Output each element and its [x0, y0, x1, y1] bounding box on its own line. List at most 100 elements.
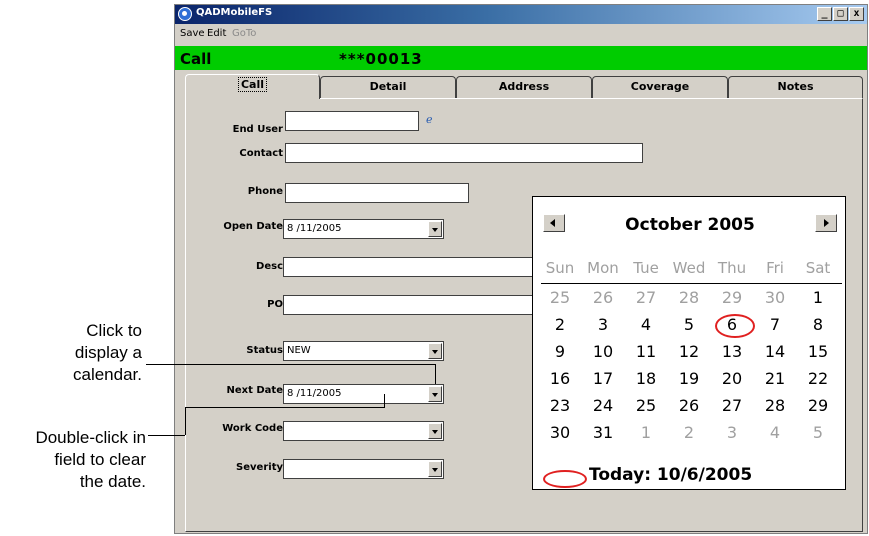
end-user-label: End User [232, 124, 283, 135]
calendar-day[interactable]: 3 [710, 423, 754, 442]
lookup-icon[interactable]: ℯ [426, 113, 433, 126]
menu-save[interactable]: Save [180, 28, 205, 39]
calendar-day[interactable]: 2 [667, 423, 711, 442]
calendar-day[interactable]: 2 [538, 315, 582, 334]
calendar-day[interactable]: 24 [581, 396, 625, 415]
severity-select[interactable] [283, 459, 444, 479]
app-icon [178, 7, 192, 21]
calendar-day[interactable]: 3 [581, 315, 625, 334]
minimize-button[interactable]: _ [817, 7, 832, 21]
tab-coverage[interactable]: Coverage [592, 76, 728, 98]
contact-label: Contact [239, 148, 283, 159]
calendar-day[interactable]: 31 [581, 423, 625, 442]
title-bar[interactable]: QADMobileFS _ □ x [175, 5, 867, 24]
calendar-day[interactable]: 22 [796, 369, 840, 388]
phone-input[interactable] [285, 183, 469, 203]
open-date-label: Open Date [223, 221, 283, 232]
calendar-popup: October 2005 Sun Mon Tue Wed Thu Fri Sat… [532, 196, 846, 490]
callout-clear-leader-v [185, 407, 186, 435]
calendar-day[interactable]: 25 [624, 396, 668, 415]
next-month-button[interactable] [815, 214, 837, 232]
calendar-day[interactable]: 10 [581, 342, 625, 361]
calendar-day[interactable]: 13 [710, 342, 754, 361]
selected-day-circle [715, 314, 755, 338]
calendar-day[interactable]: 8 [796, 315, 840, 334]
calendar-month-title: October 2005 [625, 215, 755, 235]
today-marker-circle [543, 470, 587, 488]
calendar-day[interactable]: 5 [667, 315, 711, 334]
calendar-day[interactable]: 16 [538, 369, 582, 388]
maximize-button[interactable]: □ [833, 7, 848, 21]
calendar-day[interactable]: 29 [796, 396, 840, 415]
open-date-select[interactable]: 8 /11/2005 [283, 219, 444, 239]
calendar-day[interactable]: 9 [538, 342, 582, 361]
calendar-day[interactable]: 25 [538, 288, 582, 307]
work-code-select[interactable] [283, 421, 444, 441]
calendar-day[interactable]: 7 [753, 315, 797, 334]
calendar-day[interactable]: 27 [624, 288, 668, 307]
today-link[interactable]: Today: 10/6/2005 [589, 465, 752, 485]
calendar-day[interactable]: 20 [710, 369, 754, 388]
calendar-day[interactable]: 1 [624, 423, 668, 442]
calendar-day[interactable]: 28 [667, 288, 711, 307]
calendar-day[interactable]: 23 [538, 396, 582, 415]
tab-detail[interactable]: Detail [320, 76, 456, 98]
callout-clear-leader-up [384, 394, 385, 408]
chevron-right-icon [824, 219, 829, 227]
calendar-day[interactable]: 14 [753, 342, 797, 361]
callout-clear-line-1: Double-click in [35, 428, 146, 447]
weekday-header: Wed [672, 259, 706, 277]
window-title: QADMobileFS [196, 7, 273, 18]
chevron-left-icon [550, 219, 555, 227]
next-date-dropdown-button[interactable] [428, 386, 442, 402]
calendar-day[interactable]: 28 [753, 396, 797, 415]
severity-label: Severity [236, 462, 283, 473]
tab-address[interactable]: Address [456, 76, 592, 98]
calendar-day[interactable]: 12 [667, 342, 711, 361]
next-date-label: Next Date [226, 385, 283, 396]
desc-input[interactable] [283, 257, 535, 277]
work-code-dropdown-button[interactable] [428, 423, 442, 439]
weekday-header: Fri [766, 259, 784, 277]
callout-clear-line-3: the date. [79, 472, 146, 491]
calendar-day[interactable]: 15 [796, 342, 840, 361]
prev-month-button[interactable] [543, 214, 565, 232]
callout-calendar-leader-h [146, 364, 436, 365]
calendar-day[interactable]: 1 [796, 288, 840, 307]
weekday-header: Sun [545, 259, 575, 277]
close-button[interactable]: x [849, 7, 864, 21]
callout-clear-date: Double-click in field to clear the date. [0, 427, 146, 493]
open-date-dropdown-button[interactable] [428, 221, 442, 237]
menu-goto[interactable]: GoTo [232, 28, 256, 39]
calendar-day[interactable]: 4 [753, 423, 797, 442]
calendar-day[interactable]: 26 [667, 396, 711, 415]
weekday-divider [541, 283, 842, 284]
tab-notes[interactable]: Notes [728, 76, 863, 98]
calendar-day[interactable]: 11 [624, 342, 668, 361]
severity-dropdown-button[interactable] [428, 461, 442, 477]
next-date-value: 8 /11/2005 [287, 388, 342, 399]
calendar-day[interactable]: 4 [624, 315, 668, 334]
calendar-day[interactable]: 26 [581, 288, 625, 307]
calendar-day[interactable]: 30 [753, 288, 797, 307]
weekday-header: Thu [717, 259, 747, 277]
calendar-day[interactable]: 5 [796, 423, 840, 442]
po-input[interactable] [283, 295, 535, 315]
calendar-day[interactable]: 18 [624, 369, 668, 388]
status-dropdown-button[interactable] [428, 343, 442, 359]
next-date-select[interactable]: 8 /11/2005 [283, 384, 444, 404]
tab-call[interactable]: Call [185, 74, 320, 99]
calendar-day[interactable]: 30 [538, 423, 582, 442]
status-select[interactable]: NEW [283, 341, 444, 361]
calendar-day[interactable]: 29 [710, 288, 754, 307]
calendar-day[interactable]: 19 [667, 369, 711, 388]
end-user-input[interactable] [285, 111, 419, 131]
calendar-day[interactable]: 21 [753, 369, 797, 388]
work-code-label: Work Code [222, 423, 283, 434]
callout-clear-line-2: field to clear [54, 450, 146, 469]
menu-edit[interactable]: Edit [207, 28, 226, 39]
callout-clear-leader-top [185, 407, 385, 408]
calendar-day[interactable]: 17 [581, 369, 625, 388]
contact-input[interactable] [285, 143, 643, 163]
calendar-day[interactable]: 27 [710, 396, 754, 415]
